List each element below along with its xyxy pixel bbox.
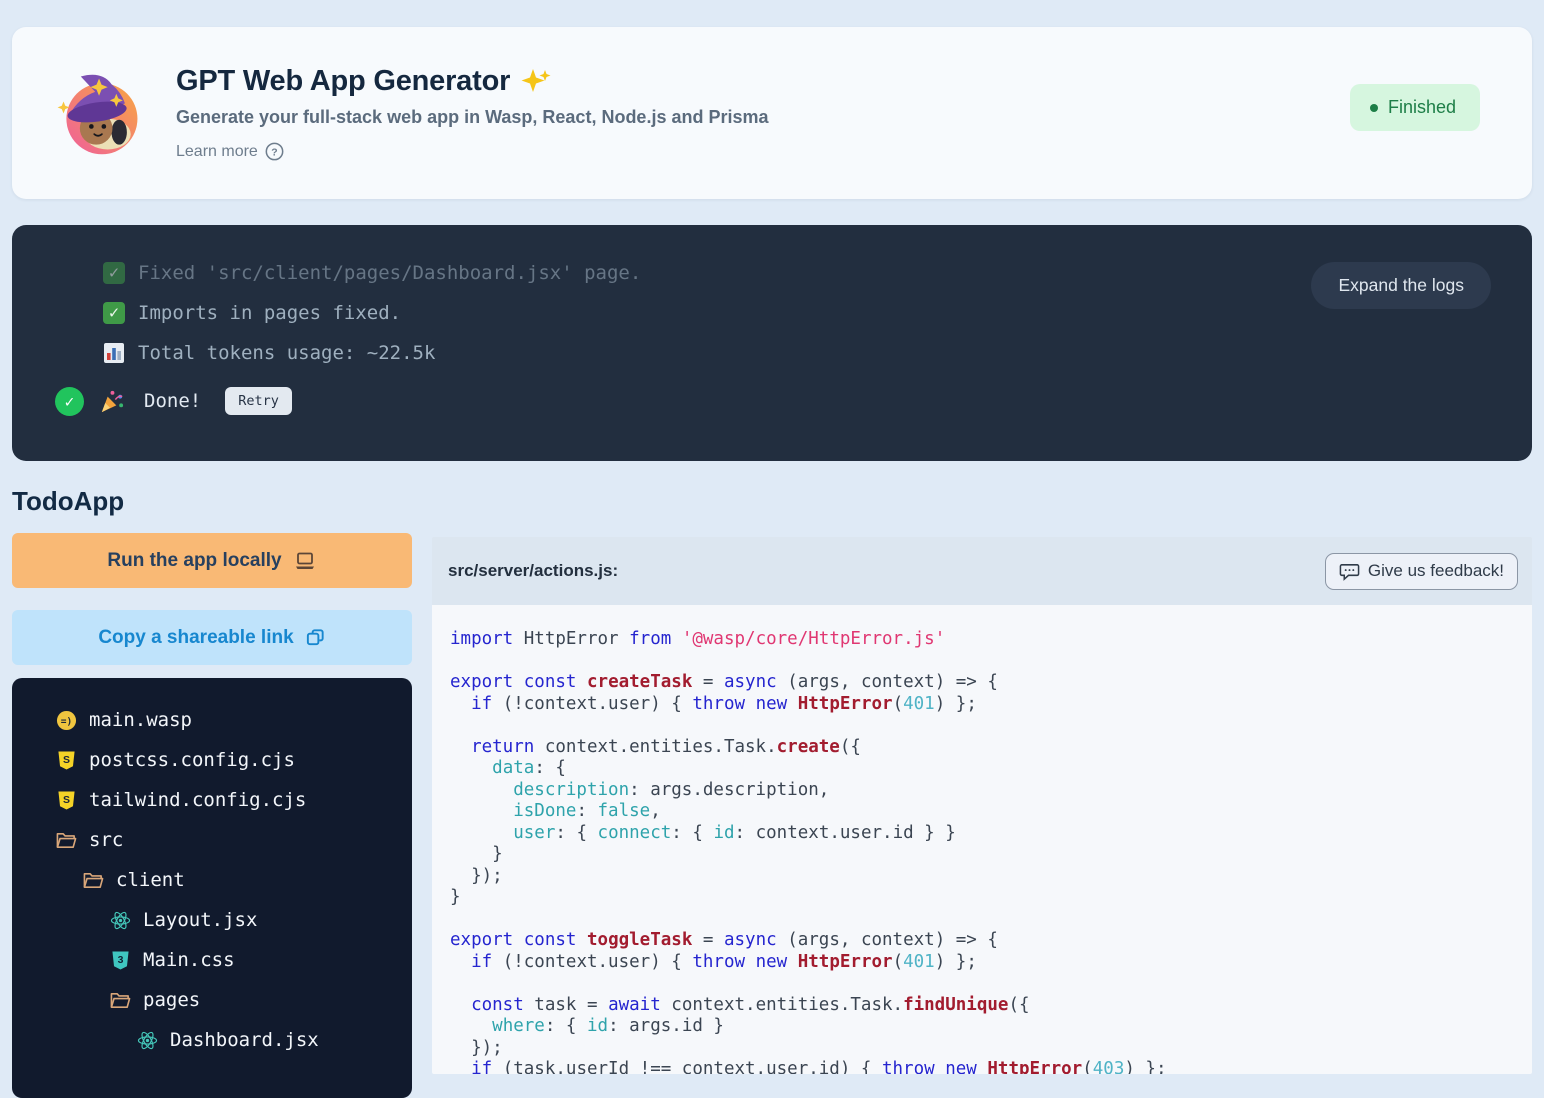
log-line: Total tokens usage: ~22.5k — [103, 333, 641, 373]
copy-shareable-link-label: Copy a shareable link — [98, 627, 293, 649]
copy-icon — [305, 627, 326, 648]
wasp-icon: =) — [56, 710, 77, 731]
react-icon — [137, 1030, 158, 1051]
done-text: Done! — [144, 390, 201, 412]
folder-icon — [110, 990, 131, 1011]
give-feedback-button[interactable]: Give us feedback! — [1325, 553, 1518, 590]
copy-shareable-link-button[interactable]: Copy a shareable link — [12, 610, 412, 665]
sparkles-icon — [520, 66, 552, 98]
status-badge-label: Finished — [1388, 97, 1456, 118]
tree-item-pages[interactable]: pages — [12, 980, 412, 1020]
log-lines: ✓ Fixed 'src/client/pages/Dashboard.jsx' … — [103, 253, 641, 373]
laptop-icon — [293, 549, 317, 573]
svg-text:?: ? — [271, 147, 277, 158]
party-popper-icon — [98, 388, 125, 415]
code-panel-header: src/server/actions.js: Give us feedback! — [432, 537, 1532, 605]
folder-icon — [83, 870, 104, 891]
svg-text:=): =) — [61, 716, 72, 727]
give-feedback-label: Give us feedback! — [1368, 561, 1504, 581]
tree-item-main-css[interactable]: 3 Main.css — [12, 940, 412, 980]
tree-item-src[interactable]: src — [12, 820, 412, 860]
generation-log-panel: ✓ Fixed 'src/client/pages/Dashboard.jsx' … — [12, 225, 1532, 461]
question-circle-icon: ? — [265, 142, 284, 161]
tree-item-label: client — [116, 869, 185, 891]
log-line: ✓ Fixed 'src/client/pages/Dashboard.jsx' … — [103, 253, 641, 293]
code-body: import HttpError from '@wasp/core/HttpEr… — [432, 605, 1532, 1074]
mage-mascot-logo — [52, 65, 148, 161]
tree-item-layout-jsx[interactable]: Layout.jsx — [12, 900, 412, 940]
svg-text:3: 3 — [118, 954, 124, 965]
code-panel: src/server/actions.js: Give us feedback!… — [432, 537, 1532, 1074]
tree-item-label: Layout.jsx — [143, 909, 257, 931]
file-tree-panel: =)main.waspSpostcss.config.cjsStailwind.… — [12, 678, 412, 1098]
bar-chart-icon — [103, 342, 125, 364]
tree-item-label: postcss.config.cjs — [89, 749, 295, 771]
tree-item-label: Dashboard.jsx — [170, 1029, 319, 1051]
tree-item-label: tailwind.config.cjs — [89, 789, 306, 811]
run-app-locally-label: Run the app locally — [107, 550, 281, 572]
retry-button[interactable]: Retry — [225, 387, 292, 415]
tree-item-client[interactable]: client — [12, 860, 412, 900]
speech-bubble-icon — [1339, 561, 1360, 582]
file-tree: =)main.waspSpostcss.config.cjsStailwind.… — [12, 700, 412, 1060]
check-circle-icon: ✓ — [55, 387, 84, 416]
log-line: ✓ Imports in pages fixed. — [103, 293, 641, 333]
log-line-text: Total tokens usage: ~22.5k — [138, 342, 435, 364]
status-dot-icon — [1370, 104, 1378, 112]
page-subtitle: Generate your full-stack web app in Wasp… — [176, 107, 769, 128]
svg-text:S: S — [63, 794, 70, 805]
learn-more-link[interactable]: Learn more ? — [176, 142, 284, 161]
learn-more-label: Learn more — [176, 143, 258, 161]
tree-item-label: Main.css — [143, 949, 235, 971]
react-icon — [110, 910, 131, 931]
log-line-text: Imports in pages fixed. — [138, 302, 401, 324]
tree-item-label: main.wasp — [89, 709, 192, 731]
svg-text:S: S — [63, 754, 70, 765]
page-title: GPT Web App Generator — [176, 65, 510, 98]
folder-icon — [56, 830, 77, 851]
checkbox-icon: ✓ — [103, 262, 125, 284]
run-app-locally-button[interactable]: Run the app locally — [12, 533, 412, 588]
tree-item-tailwind-config-cjs[interactable]: Stailwind.config.cjs — [12, 780, 412, 820]
tree-item-main-wasp[interactable]: =) main.wasp — [12, 700, 412, 740]
code-file-label: src/server/actions.js: — [448, 561, 618, 581]
done-row: ✓ Done! Retry — [55, 381, 292, 421]
status-badge: Finished — [1350, 84, 1480, 131]
tree-item-postcss-config-cjs[interactable]: Spostcss.config.cjs — [12, 740, 412, 780]
tree-item-label: src — [89, 829, 123, 851]
tree-item-dashboard-jsx[interactable]: Dashboard.jsx — [12, 1020, 412, 1060]
checkbox-icon: ✓ — [103, 302, 125, 324]
expand-logs-button[interactable]: Expand the logs — [1311, 262, 1491, 309]
shield-yellow-icon: S — [56, 750, 77, 771]
shield-teal-icon: 3 — [110, 950, 131, 971]
tree-item-label: pages — [143, 989, 200, 1011]
shield-yellow-icon: S — [56, 790, 77, 811]
log-line-text: Fixed 'src/client/pages/Dashboard.jsx' p… — [138, 262, 641, 284]
code-content: import HttpError from '@wasp/core/HttpEr… — [450, 629, 1514, 1074]
app-name-heading: TodoApp — [12, 486, 124, 517]
header-card: GPT Web App Generator Generate your full… — [12, 27, 1532, 199]
